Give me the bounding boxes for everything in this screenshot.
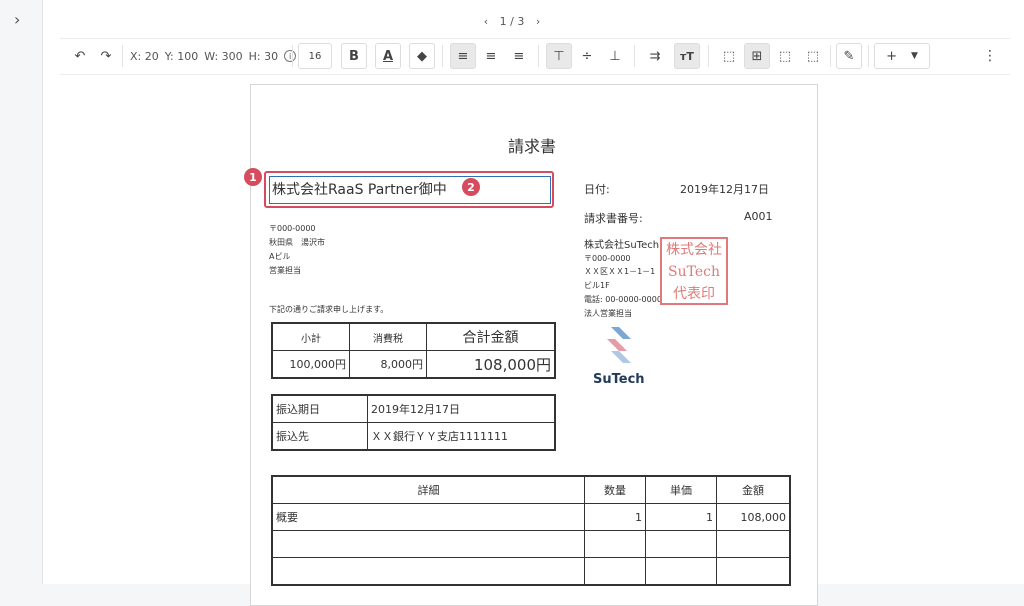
border-inner-icon[interactable]: ⬚ [772, 43, 798, 69]
issuer-postal: 〒000-0000 [584, 254, 631, 263]
summary-tax: 8,000円 [349, 350, 427, 379]
text-wrap-icon[interactable]: ⇉ [642, 43, 668, 69]
seal-line-2: SuTech [667, 264, 720, 280]
info-icon[interactable]: i [284, 50, 297, 62]
border-none-icon[interactable]: ⬚ [716, 43, 742, 69]
border-outer-icon[interactable]: ⬚ [800, 43, 826, 69]
font-color-button[interactable]: A [375, 43, 401, 69]
summary-header-total: 合計金額 [426, 322, 556, 351]
invoice-title: 請求書 [508, 137, 557, 156]
details-amount: 108,000 [716, 503, 791, 531]
issuer-dept: 法人営業担当 [584, 309, 632, 318]
valign-middle-icon[interactable]: ÷ [574, 43, 600, 69]
number-label: 請求書番号: [584, 212, 643, 225]
align-left-icon[interactable]: ≡ [450, 43, 476, 69]
summary-header-subtotal: 小計 [271, 322, 350, 351]
text-size-icon[interactable]: тT [674, 43, 700, 69]
number-value: A001 [744, 210, 773, 223]
left-sidebar: › [0, 0, 43, 584]
details-qty: 1 [584, 503, 646, 531]
fill-color-icon[interactable]: ◆ [409, 43, 435, 69]
seal-line-3: 代表印 [673, 286, 715, 302]
table-row: 概要 1 1 108,000 [271, 503, 791, 531]
table-row [271, 530, 791, 558]
valign-bottom-icon[interactable]: ⊥ [602, 43, 628, 69]
y-readout: Y: 100 [164, 49, 199, 63]
x-readout: X: 20 [130, 49, 159, 63]
issuer-building: ビル1F [584, 281, 610, 290]
bold-button[interactable]: B [341, 43, 367, 69]
details-header-amount: 金額 [716, 475, 791, 504]
details-header-qty: 数量 [584, 475, 646, 504]
font-size-input[interactable]: 16 [298, 43, 332, 69]
w-readout: W: 300 [204, 49, 243, 63]
recipient-name-field[interactable]: 株式会社RaaS Partner御中 [269, 176, 551, 204]
table-row [271, 557, 791, 586]
align-center-icon[interactable]: ≡ [478, 43, 504, 69]
company-seal: 株式会社 SuTech 代表印 [660, 237, 728, 305]
border-all-icon[interactable]: ⊞ [744, 43, 770, 69]
invoice-page: 請求書 株式会社RaaS Partner御中 〒000-0000 秋田県 湯沢市… [250, 84, 818, 606]
valign-top-icon[interactable]: ⊤ [546, 43, 572, 69]
summary-header-tax: 消費税 [349, 322, 427, 351]
issuer-address: ＸＸ区ＸＸ1－1－1 [584, 267, 656, 276]
details-header-price: 単価 [645, 475, 717, 504]
invoice-notice: 下記の通りご請求申し上げます。 [269, 305, 389, 314]
details-item: 概要 [271, 503, 585, 531]
logo-text: SuTech [593, 372, 645, 387]
page-navigator: ‹ 1 / 3 › [0, 15, 1024, 28]
issuer-block: 株式会社SuTech 〒000-0000 ＸＸ区ＸＸ1－1－1 ビル1F 電話:… [584, 239, 662, 321]
summary-total: 108,000円 [426, 350, 556, 379]
payment-due-value: 2019年12月17日 [367, 394, 556, 423]
undo-icon[interactable]: ↶ [70, 43, 90, 69]
pen-color-icon[interactable]: ✎ [836, 43, 862, 69]
align-right-icon[interactable]: ≡ [506, 43, 532, 69]
recipient-dept: 営業担当 [269, 266, 301, 275]
date-label: 日付: [584, 183, 610, 196]
recipient-building: Aビル [269, 252, 291, 261]
summary-subtotal: 100,000円 [271, 350, 350, 379]
details-header-item: 詳細 [271, 475, 585, 504]
callout-badge-1: 1 [244, 168, 262, 186]
recipient-postal: 〒000-0000 [269, 224, 316, 233]
date-value: 2019年12月17日 [680, 183, 769, 196]
payment-table: 振込期日 2019年12月17日 振込先 ＸＸ銀行ＹＹ支店1111111 [271, 394, 556, 451]
redo-icon[interactable]: ↷ [96, 43, 116, 69]
payment-bank-label: 振込先 [271, 422, 368, 451]
recipient-city: 秋田県 湯沢市 [269, 238, 325, 247]
dropdown-caret-icon: ▼ [910, 51, 918, 61]
next-page-button[interactable]: › [536, 15, 540, 28]
sutech-logo-icon [601, 325, 637, 363]
issuer-name: 株式会社SuTech [584, 240, 660, 251]
payment-bank-value: ＸＸ銀行ＹＹ支店1111111 [367, 422, 556, 451]
payment-due-label: 振込期日 [271, 394, 368, 423]
prev-page-button[interactable]: ‹ [484, 15, 488, 28]
add-element-button[interactable]: + ▼ [874, 43, 930, 69]
recipient-address: 〒000-0000 秋田県 湯沢市 Aビル 営業担当 [269, 222, 325, 278]
h-readout: H: 30 [248, 49, 279, 63]
issuer-phone: 電話: 00-0000-0000 [584, 295, 662, 304]
add-label: + [886, 48, 897, 64]
geometry-readout: X: 20 Y: 100 W: 300 H: 30 i [130, 43, 297, 69]
callout-badge-2: 2 [462, 178, 480, 196]
details-table: 詳細 数量 単価 金額 概要 1 1 108,000 [271, 475, 791, 586]
toolbar: ↶ ↷ X: 20 Y: 100 W: 300 H: 30 i 16 B A ◆… [60, 38, 1010, 75]
page-indicator: 1 / 3 [499, 15, 525, 28]
more-options-icon[interactable]: ⋮ [980, 43, 1000, 69]
seal-line-1: 株式会社 [666, 242, 722, 258]
summary-table: 小計 消費税 合計金額 100,000円 8,000円 108,000円 [271, 322, 556, 379]
details-price: 1 [645, 503, 717, 531]
